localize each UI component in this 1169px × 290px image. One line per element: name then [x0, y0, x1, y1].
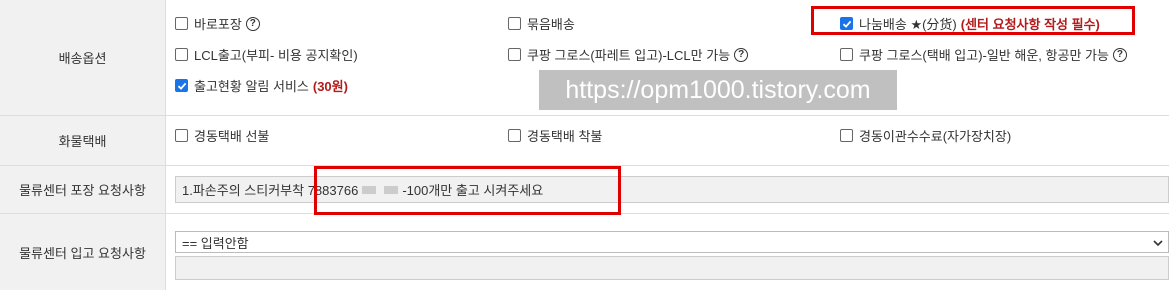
option-label: 묶음배송: [527, 17, 575, 32]
checkbox[interactable]: [175, 129, 188, 142]
option-label: 경동택배 선불: [194, 129, 270, 144]
receiving-request-label: 물류센터 입고 요청사항: [0, 214, 166, 290]
receiving-request-cell: == 입력안함: [166, 214, 1169, 290]
checkbox[interactable]: [508, 48, 521, 61]
help-icon[interactable]: ?: [245, 16, 260, 31]
option-label: 쿠팡 그로스(택배 입고)-일반 해운, 항공만 가능: [859, 48, 1109, 63]
option-label: 출고현황 알림 서비스: [194, 79, 309, 94]
cargo-delivery-label: 화물택배: [0, 116, 166, 165]
checkbox[interactable]: [175, 48, 188, 61]
option-kd-transfer-fee[interactable]: 경동이관수수료(자가장치장): [840, 126, 1011, 145]
option-label: LCL출고(부피- 비용 공지확인): [194, 48, 358, 63]
option-coupang-parcel[interactable]: 쿠팡 그로스(택배 입고)-일반 해운, 항공만 가능 ?: [840, 45, 1127, 64]
checkbox[interactable]: [840, 48, 853, 61]
chevron-down-icon: [1153, 240, 1163, 247]
checkbox[interactable]: [175, 17, 188, 30]
option-coupang-pallet[interactable]: 쿠팡 그로스(파레트 입고)-LCL만 가능 ?: [508, 45, 749, 64]
option-bundle-shipping[interactable]: 묶음배송: [508, 14, 575, 33]
option-note: (30원): [312, 79, 348, 94]
option-direct-packing[interactable]: 바로포장 ?: [175, 14, 260, 33]
checkbox[interactable]: [508, 129, 521, 142]
highlight-box-packing-request: [314, 166, 621, 215]
receiving-request-textarea[interactable]: [175, 256, 1169, 280]
cargo-delivery-cell: 경동택배 선불 경동택배 착불 경동이관수수료(자가장치장): [166, 116, 1169, 165]
option-label: 경동이관수수료(자가장치장): [859, 129, 1012, 144]
receiving-request-select[interactable]: == 입력안함: [175, 231, 1169, 253]
option-label: 바로포장: [194, 17, 242, 32]
option-label: 쿠팡 그로스(파레트 입고)-LCL만 가능: [527, 48, 731, 63]
option-label: 경동택배 착불: [527, 129, 603, 144]
delivery-options-label: 배송옵션: [0, 0, 166, 115]
option-shipment-alert[interactable]: 출고현황 알림 서비스 (30원): [175, 76, 348, 95]
checkmark-icon: [177, 82, 186, 90]
checkbox[interactable]: [840, 129, 853, 142]
option-kd-collect[interactable]: 경동택배 착불: [508, 126, 602, 145]
receiving-request-row: 물류센터 입고 요청사항 == 입력안함: [0, 214, 1169, 290]
highlight-box-split-shipping: [811, 6, 1135, 35]
cargo-delivery-row: 화물택배 경동택배 선불 경동택배 착불 경동이관수수료(자가장치장): [0, 116, 1169, 166]
option-lcl-shipping[interactable]: LCL출고(부피- 비용 공지확인): [175, 45, 358, 64]
checkbox-checked[interactable]: [175, 79, 188, 92]
help-icon[interactable]: ?: [734, 47, 749, 62]
checkbox[interactable]: [508, 17, 521, 30]
packing-request-label: 물류센터 포장 요청사항: [0, 166, 166, 213]
option-kd-prepaid[interactable]: 경동택배 선불: [175, 126, 269, 145]
select-value: == 입력안함: [182, 235, 249, 251]
watermark: https://opm1000.tistory.com: [539, 70, 897, 110]
help-icon[interactable]: ?: [1112, 47, 1127, 62]
